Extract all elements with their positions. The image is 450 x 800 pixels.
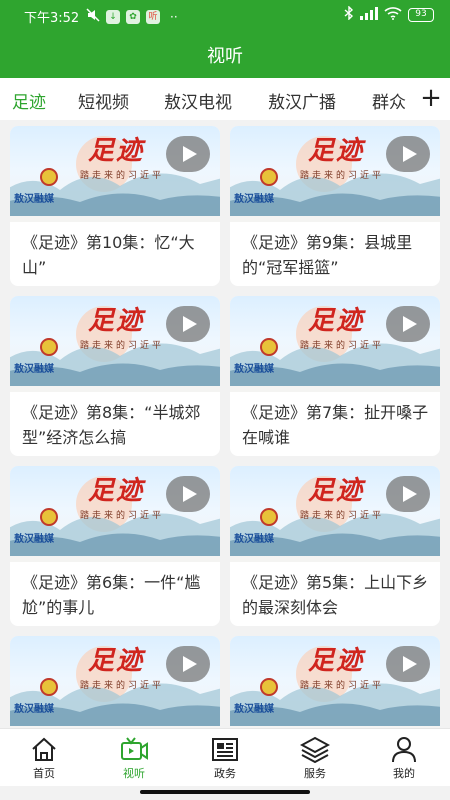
- nav-home-label: 首页: [33, 767, 55, 780]
- page-title: 视听: [207, 46, 243, 67]
- wifi-icon: [384, 6, 402, 24]
- nav-shiting-label: 视听: [123, 767, 145, 780]
- person-icon: [392, 737, 416, 763]
- bottom-nav: 首页 视听 政务 服务 我的: [0, 728, 450, 786]
- tab-short-video[interactable]: 短视频: [78, 88, 129, 113]
- nav-home[interactable]: 首页: [14, 735, 74, 781]
- emblem-icon: [40, 678, 58, 696]
- tv-icon: [121, 737, 148, 760]
- home-icon: [32, 737, 56, 761]
- video-thumbnail: 足迹 踏走来的习近平 敖汉融媒: [10, 296, 220, 392]
- play-icon[interactable]: [386, 646, 430, 682]
- nav-fuwu[interactable]: 服务: [285, 735, 345, 781]
- muted-icon: [86, 8, 100, 26]
- tab-aohan-tv[interactable]: 敖汉电视: [164, 88, 232, 113]
- video-thumbnail: 足迹 踏走来的习近平 敖汉融媒: [10, 636, 220, 728]
- battery-icon: 93: [408, 8, 434, 22]
- status-time: 下午3:52: [24, 11, 80, 26]
- nav-shiting[interactable]: 视听: [104, 735, 164, 781]
- top-bar: 下午3:52 ↓ ✿ 听 ·· 93 视听: [0, 0, 450, 78]
- emblem-icon: [260, 338, 278, 356]
- video-card[interactable]: 足迹 踏走来的习近平 敖汉融媒 《足迹》第5集：上山下乡的最深刻体会: [230, 466, 440, 626]
- download-icon: ↓: [106, 10, 120, 24]
- layers-icon: [300, 736, 330, 763]
- home-indicator[interactable]: [140, 790, 310, 794]
- video-title: 《足迹》第8集：“半城郊型”经济怎么搞: [22, 403, 201, 447]
- video-grid: 足迹 踏走来的习近平 敖汉融媒 《足迹》第10集：忆“大山” 足迹 踏走来的习近…: [10, 126, 440, 728]
- video-card[interactable]: 足迹 踏走来的习近平 敖汉融媒 《足迹》第10集：忆“大山”: [10, 126, 220, 286]
- emblem-icon: [260, 678, 278, 696]
- play-icon[interactable]: [386, 136, 430, 172]
- tab-aohan-radio[interactable]: 敖汉广播: [268, 88, 336, 113]
- radio-icon: 听: [146, 10, 160, 24]
- nav-zhengwu[interactable]: 政务: [195, 735, 255, 781]
- newspaper-icon: [212, 738, 238, 761]
- video-thumbnail: 足迹 踏走来的习近平 敖汉融媒: [10, 126, 220, 222]
- category-tabs: 足迹 短视频 敖汉电视 敖汉广播 群众 +: [0, 78, 450, 120]
- nav-fuwu-label: 服务: [304, 767, 326, 780]
- video-card[interactable]: 足迹 踏走来的习近平 敖汉融媒 《足迹》第6集：一件“尴尬”的事儿: [10, 466, 220, 626]
- emblem-icon: [40, 168, 58, 186]
- status-notification-icons: ↓ ✿ 听 ··: [86, 8, 178, 26]
- video-title: 《足迹》第7集：扯开嗓子在喊谁: [242, 403, 429, 447]
- status-bar: 下午3:52 ↓ ✿ 听 ·· 93: [0, 0, 450, 30]
- video-thumbnail: 足迹 踏走来的习近平 敖汉融媒: [10, 466, 220, 562]
- emblem-icon: [260, 168, 278, 186]
- video-thumbnail: 足迹 踏走来的习近平 敖汉融媒: [230, 126, 440, 222]
- play-icon[interactable]: [166, 306, 210, 342]
- video-card[interactable]: 足迹 踏走来的习近平 敖汉融媒 《足迹》第8集：“半城郊型”经济怎么搞: [10, 296, 220, 456]
- play-icon[interactable]: [166, 646, 210, 682]
- video-title: 《足迹》第10集：忆“大山”: [22, 233, 195, 277]
- video-title: 《足迹》第6集：一件“尴尬”的事儿: [22, 573, 201, 617]
- video-card[interactable]: 足迹 踏走来的习近平 敖汉融媒: [10, 636, 220, 728]
- emblem-icon: [40, 508, 58, 526]
- emblem-icon: [40, 338, 58, 356]
- play-icon[interactable]: [386, 306, 430, 342]
- signal-icon: [360, 6, 378, 24]
- video-card[interactable]: 足迹 踏走来的习近平 敖汉融媒 《足迹》第7集：扯开嗓子在喊谁: [230, 296, 440, 456]
- play-icon[interactable]: [166, 136, 210, 172]
- nav-mine-label: 我的: [393, 767, 415, 780]
- bluetooth-icon: [344, 5, 354, 24]
- add-tab-button[interactable]: +: [412, 78, 450, 120]
- tab-qunzhong[interactable]: 群众: [372, 88, 406, 113]
- tab-zuji[interactable]: 足迹: [12, 88, 46, 113]
- video-thumbnail: 足迹 踏走来的习近平 敖汉融媒: [230, 466, 440, 562]
- video-thumbnail: 足迹 踏走来的习近平 敖汉融媒: [230, 636, 440, 728]
- video-title: 《足迹》第5集：上山下乡的最深刻体会: [242, 573, 429, 617]
- nav-zhengwu-label: 政务: [214, 767, 236, 780]
- nav-mine[interactable]: 我的: [374, 735, 434, 781]
- video-thumbnail: 足迹 踏走来的习近平 敖汉融媒: [230, 296, 440, 392]
- video-card[interactable]: 足迹 踏走来的习近平 敖汉融媒 《足迹》第9集：县城里的“冠军摇篮”: [230, 126, 440, 286]
- status-right-icons: 93: [344, 5, 434, 24]
- play-icon[interactable]: [166, 476, 210, 512]
- app-icon: ✿: [126, 10, 140, 24]
- emblem-icon: [260, 508, 278, 526]
- more-notifications: ··: [170, 10, 178, 24]
- video-title: 《足迹》第9集：县城里的“冠军摇篮”: [242, 233, 413, 277]
- play-icon[interactable]: [386, 476, 430, 512]
- video-card[interactable]: 足迹 踏走来的习近平 敖汉融媒: [230, 636, 440, 728]
